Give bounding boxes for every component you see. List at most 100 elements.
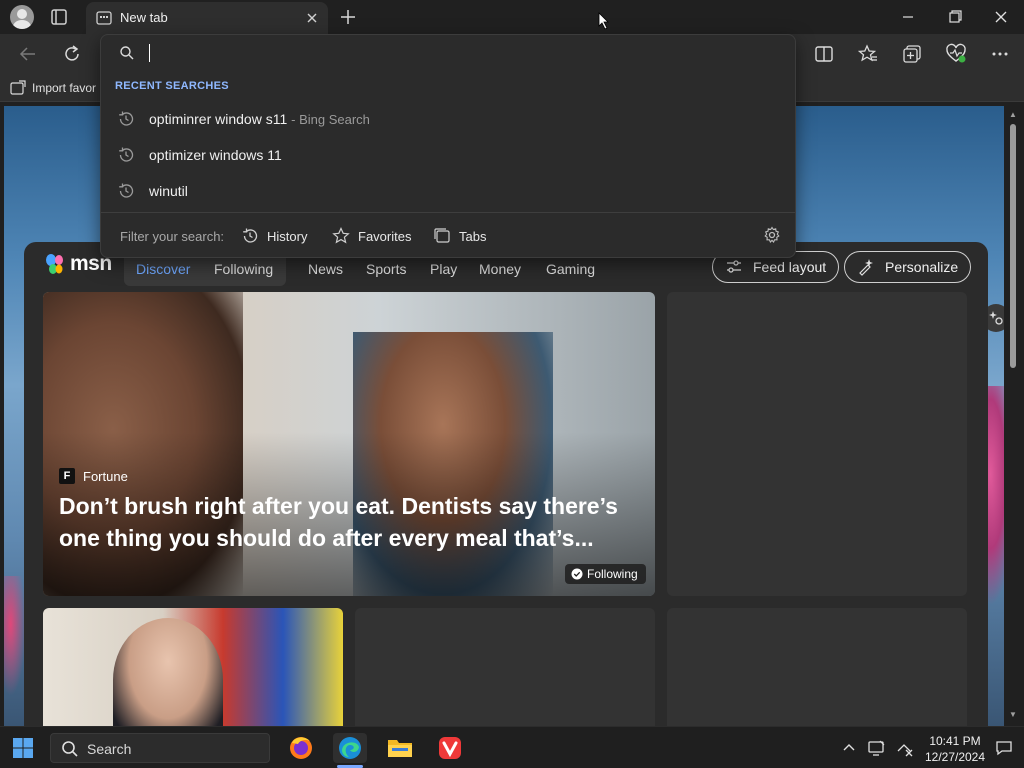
notification-icon[interactable] [995,739,1013,757]
collections-icon[interactable] [901,43,923,65]
edge-app[interactable] [333,733,367,763]
display-icon[interactable] [867,739,885,757]
taskbar-search-label: Search [87,741,132,757]
filter-history-button[interactable]: History [241,225,307,247]
edge-icon [339,737,361,759]
page-scrollbar[interactable]: ▲ ▼ [1004,106,1024,726]
tab-play[interactable]: Play [430,261,457,277]
article-image-person [113,618,223,726]
tabs-icon [434,228,450,243]
tab-new-tab[interactable]: New tab [86,2,328,34]
minimize-icon[interactable] [898,8,918,26]
suggestion-text: optimizer windows 11 [149,147,282,163]
import-favorites-label: Import favor [32,81,97,95]
star-icon [332,227,350,244]
folder-icon [388,740,412,757]
filter-label: Filter your search: [120,229,225,244]
chevron-up-icon[interactable] [840,739,858,757]
split-screen-icon[interactable] [813,43,835,65]
msn-feed: msn Discover Following News Sports Play … [24,242,988,726]
sparkle-gear-icon [989,311,1003,325]
gear-icon[interactable] [763,226,781,244]
suggestion-text: optiminrer window s11 - Bing Search [149,111,370,127]
close-tab-icon[interactable] [304,10,320,26]
tab-actions-icon[interactable] [50,8,70,26]
scroll-up-arrow-icon[interactable]: ▲ [1009,110,1017,119]
scroll-thumb[interactable] [1010,124,1016,368]
import-icon [10,80,26,95]
article-card-placeholder[interactable] [667,292,967,596]
recent-searches-header: RECENT SEARCHES [115,80,229,92]
import-favorites-button[interactable]: Import favor [10,79,96,97]
search-icon [120,46,134,60]
history-icon [119,147,134,162]
hero-source: F Fortune [59,468,128,484]
taskbar: Search 10:41 PM 12/27/2024 [0,726,1024,768]
network-disconnected-icon[interactable] [896,739,914,757]
settings-more-icon[interactable] [989,43,1011,65]
filter-favorites-button[interactable]: Favorites [332,225,411,247]
article-card-placeholder[interactable] [355,608,655,726]
filter-tabs-button[interactable]: Tabs [433,225,486,247]
scroll-down-arrow-icon[interactable]: ▼ [1009,710,1017,719]
search-icon [62,741,78,757]
background-art-left [4,576,26,696]
close-window-icon[interactable] [991,8,1011,26]
fortune-logo-icon: F [59,468,75,484]
clock-date: 12/27/2024 [924,750,986,764]
tab-money[interactable]: Money [479,261,521,277]
following-badge[interactable]: Following [565,564,646,584]
history-icon [119,183,134,198]
address-bar-dropdown: RECENT SEARCHES optiminrer window s11 - … [100,34,796,258]
feed-layout-label: Feed layout [753,259,827,275]
sliders-icon [727,260,741,273]
article-card-image[interactable] [43,608,343,726]
address-bar-input[interactable] [145,41,765,65]
favorites-icon[interactable] [857,43,879,65]
clock-time: 10:41 PM [929,734,981,748]
article-card-placeholder[interactable] [667,608,967,726]
history-icon [243,228,258,243]
tab-news[interactable]: News [308,261,343,277]
following-label: Following [587,567,638,581]
text-caret [149,44,150,62]
tab-gaming[interactable]: Gaming [546,261,595,277]
file-explorer-app[interactable] [383,733,417,763]
filter-favorites-label: Favorites [358,228,412,244]
new-tab-plus-icon[interactable] [338,7,358,27]
vivaldi-icon [439,737,461,759]
msn-butterfly-icon [46,254,63,274]
suggestion-suffix: - Bing Search [291,112,370,127]
back-icon[interactable] [17,43,39,65]
suggestion-row[interactable]: optimizer windows 11 [101,138,795,172]
taskbar-search-box[interactable]: Search [50,733,270,763]
history-icon [119,111,134,126]
personalize-button[interactable]: Personalize [844,251,972,283]
refresh-icon[interactable] [61,43,83,65]
browser-essentials-icon[interactable] [945,43,967,65]
vivaldi-app[interactable] [433,733,467,763]
tab-discover[interactable]: Discover [136,261,190,277]
firefox-app[interactable] [284,733,318,763]
hero-source-name: Fortune [83,468,128,484]
system-clock[interactable]: 10:41 PM 12/27/2024 [920,733,990,765]
suggestion-row[interactable]: winutil [101,174,795,208]
hero-title[interactable]: Don’t brush right after you eat. Dentist… [59,490,639,554]
tab-title: New tab [120,10,168,25]
tab-sports[interactable]: Sports [366,261,406,277]
filter-tabs-label: Tabs [459,228,487,244]
hero-article-card[interactable]: F Fortune Don’t brush right after you ea… [43,292,655,596]
restore-icon[interactable] [945,8,965,26]
personalize-label: Personalize [885,259,959,275]
divider [101,212,795,213]
mouse-cursor-icon [598,12,609,30]
new-tab-page-icon [96,11,112,25]
tab-following[interactable]: Following [214,261,273,277]
suggestion-text: winutil [149,183,188,199]
title-bar: New tab [0,0,1024,34]
personalize-sparkle-icon [859,259,873,276]
filter-history-label: History [267,228,308,244]
profile-avatar-icon[interactable] [10,5,34,29]
suggestion-row[interactable]: optiminrer window s11 - Bing Search [101,102,795,136]
windows-start-icon[interactable] [12,737,34,759]
